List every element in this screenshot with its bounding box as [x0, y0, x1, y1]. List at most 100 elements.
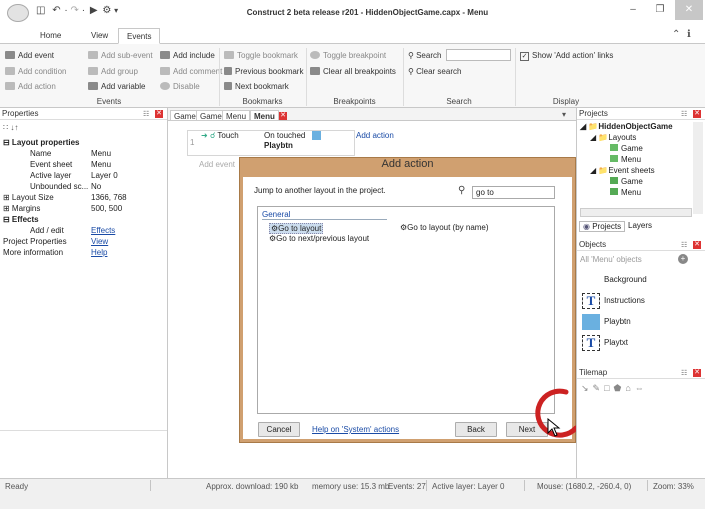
app-menu-icon[interactable]	[7, 4, 29, 22]
property-row[interactable]: ⊟ Layout properties	[0, 137, 167, 148]
tilemap-close-icon[interactable]: ✕	[693, 369, 701, 377]
clear-breakpoints-button[interactable]: Clear all breakpoints	[310, 66, 396, 78]
minimize-button[interactable]: –	[620, 0, 646, 20]
property-row[interactable]: ⊟ Effects	[0, 214, 167, 225]
project-root[interactable]: ◢ 📁HiddenObjectGame	[580, 122, 673, 131]
tab-events[interactable]: Events	[118, 28, 161, 44]
pin-icon[interactable]: ☷	[681, 110, 687, 118]
event-object[interactable]: ➜ ☌ Touch	[201, 131, 261, 140]
pencil-tool-icon[interactable]: ✎	[593, 383, 605, 393]
previous-bookmark-button[interactable]: Previous bookmark	[224, 66, 303, 78]
add-comment-button[interactable]: Add comment	[160, 66, 222, 78]
action-search-input[interactable]: go to	[472, 186, 555, 199]
add-action-link[interactable]: Add action	[356, 131, 394, 140]
event-sheets-folder[interactable]: ◢ 📁Event sheets	[590, 166, 655, 175]
doc-tab-menu-active[interactable]: Menu	[250, 110, 279, 121]
ribbon-collapse-icon[interactable]: ⌃	[672, 29, 680, 40]
properties-close-icon[interactable]: ✕	[155, 110, 163, 118]
property-row[interactable]: Event sheet Menu	[0, 159, 167, 170]
next-bookmark-button[interactable]: Next bookmark	[224, 81, 289, 93]
doc-tabs-dropdown-icon[interactable]: ▾	[562, 110, 566, 119]
projects-vertical-scrollbar[interactable]	[693, 122, 703, 214]
objects-close-icon[interactable]: ✕	[693, 241, 701, 249]
event-sheet-item[interactable]: Game	[610, 177, 643, 186]
add-sub-event-button[interactable]: Add sub-event	[88, 50, 153, 62]
search-button[interactable]: ⚲ Search	[408, 50, 441, 62]
add-action-ribbon-button[interactable]: Add action	[5, 81, 56, 93]
toggle-bookmark-button[interactable]: Toggle bookmark	[224, 50, 298, 62]
add-condition-button[interactable]: Add condition	[5, 66, 66, 78]
property-row[interactable]: Active layer Layer 0	[0, 170, 167, 181]
tab-home[interactable]: Home	[32, 28, 69, 44]
save-icon[interactable]: ◫	[36, 5, 45, 16]
select-tool-icon[interactable]: ↘	[581, 383, 593, 393]
disable-button[interactable]: Disable	[160, 81, 200, 93]
property-value: Menu	[91, 149, 112, 158]
action-go-to-layout-by-name[interactable]: ⚙Go to layout (by name)	[400, 223, 489, 232]
layout-item[interactable]: Game	[610, 144, 643, 153]
add-condition-icon	[5, 67, 15, 75]
property-row[interactable]: ⊞ Layout Size 1366, 768	[0, 192, 167, 203]
restore-button[interactable]: ❐	[647, 0, 673, 20]
add-event-button[interactable]: Add event	[5, 50, 54, 62]
property-row[interactable]: More information Help	[0, 247, 167, 258]
property-row[interactable]: ⊞ Margins 500, 500	[0, 203, 167, 214]
tab-layers[interactable]: Layers	[625, 221, 655, 230]
projects-horizontal-scrollbar[interactable]	[580, 208, 692, 217]
add-object-icon[interactable]: +	[678, 254, 688, 264]
add-event-link[interactable]: Add event	[199, 160, 235, 169]
customize-arrow-icon[interactable]: ▾	[114, 6, 118, 15]
property-value[interactable]: View	[91, 236, 108, 247]
rectangle-tool-icon[interactable]: □	[604, 383, 613, 393]
home-tool-icon[interactable]: ⌂	[625, 383, 634, 393]
property-value[interactable]: Help	[91, 247, 107, 258]
property-row[interactable]: Project Properties View	[0, 236, 167, 247]
debug-icon[interactable]: ⚙	[102, 5, 111, 16]
panel-divider	[0, 430, 167, 431]
preview-icon[interactable]: ▶	[90, 5, 98, 16]
pin-icon[interactable]: ☷	[681, 369, 687, 377]
window-title: Construct 2 beta release r201 - HiddenOb…	[246, 8, 489, 17]
property-value: Menu	[91, 160, 112, 169]
property-value: 500, 500	[91, 204, 123, 213]
mouse-cursor-icon	[547, 418, 561, 437]
add-include-button[interactable]: Add include	[160, 50, 215, 62]
cancel-button[interactable]: Cancel	[258, 422, 300, 437]
layouts-folder[interactable]: ◢ 📁Layouts	[590, 133, 636, 142]
eraser-tool-icon[interactable]: ⬟	[614, 383, 626, 393]
pin-icon[interactable]: ☷	[143, 110, 149, 118]
event-condition[interactable]: On touched	[264, 131, 305, 140]
status-download: Approx. download: 190 kb	[206, 482, 299, 491]
show-add-action-links-checkbox[interactable]: ✓ Show 'Add action' links	[520, 50, 613, 62]
toggle-breakpoint-button[interactable]: Toggle breakpoint	[310, 50, 386, 62]
doc-tab-close-icon[interactable]: ✕	[279, 112, 287, 120]
back-button[interactable]: Back	[455, 422, 497, 437]
text-object-icon: T	[582, 335, 600, 351]
doc-tab-menu[interactable]: Menu	[222, 110, 251, 121]
action-go-to-next-previous-layout[interactable]: ⚙Go to next/previous layout	[269, 234, 369, 243]
pin-icon[interactable]: ☷	[681, 241, 687, 249]
help-icon[interactable]: ℹ	[687, 29, 691, 40]
property-row[interactable]: Name Menu	[0, 148, 167, 159]
close-button[interactable]: ✕	[675, 0, 703, 20]
projects-close-icon[interactable]: ✕	[693, 110, 701, 118]
add-group-button[interactable]: Add group	[88, 66, 138, 78]
add-variable-button[interactable]: Add variable	[88, 81, 145, 93]
property-row[interactable]: Unbounded sc... No	[0, 181, 167, 192]
tab-projects[interactable]: ◉ Projects	[579, 221, 626, 232]
event-sheet-item[interactable]: Menu	[610, 188, 641, 197]
property-row[interactable]: Add / edit Effects	[0, 225, 167, 236]
action-go-to-layout[interactable]: ⚙Go to layout	[269, 223, 324, 234]
redo-icon[interactable]: ↷	[71, 5, 79, 16]
help-system-actions-link[interactable]: Help on 'System' actions	[312, 425, 399, 434]
ribbon-search-input[interactable]	[446, 49, 511, 61]
flip-tool-icon[interactable]: ⇔	[635, 383, 648, 393]
properties-toolbar-icons[interactable]: ∷ ↓↑	[3, 123, 18, 132]
folder-icon: 📁	[598, 133, 609, 142]
undo-icon[interactable]: ↶	[52, 5, 60, 16]
tab-view[interactable]: View	[83, 28, 116, 44]
layout-item[interactable]: Menu	[610, 155, 641, 164]
up-arrow-icon	[224, 67, 232, 75]
clear-search-button[interactable]: ⚲ Clear search	[408, 66, 461, 78]
property-value[interactable]: Effects	[91, 225, 115, 236]
